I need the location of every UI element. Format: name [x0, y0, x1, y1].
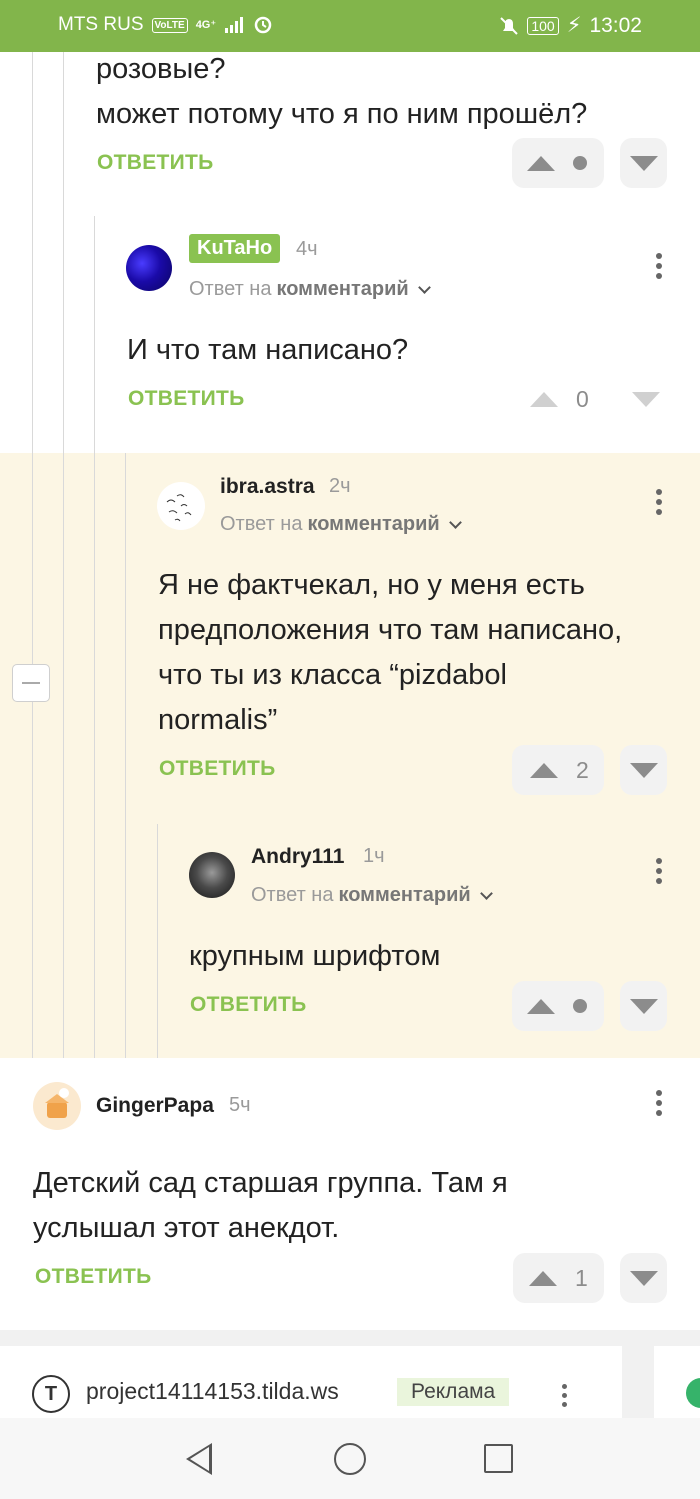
- reply-button[interactable]: ОТВЕТИТЬ: [35, 1265, 152, 1289]
- comment-time: 2ч: [329, 475, 351, 497]
- collapse-thread-icon[interactable]: [12, 664, 50, 702]
- vote-count: 2: [576, 756, 589, 783]
- upvote-icon[interactable]: [529, 1270, 557, 1286]
- chevron-down-icon: [479, 886, 493, 900]
- reply-to-prefix: Ответ на: [220, 513, 303, 535]
- volte-icon: VoLTE: [151, 17, 188, 33]
- status-right: 100 ⚡ 13:02: [499, 13, 642, 38]
- thread-line: [32, 52, 33, 1058]
- author-name[interactable]: GingerPapa: [96, 1094, 214, 1118]
- ad-gap: [622, 1346, 654, 1418]
- ad-site-link[interactable]: project14114153.tilda.ws: [86, 1378, 339, 1405]
- downvote-icon: [629, 762, 658, 778]
- downvote-button[interactable]: [620, 138, 667, 188]
- vote-box: [512, 138, 604, 188]
- comment-text-line: normalis”: [158, 704, 278, 736]
- upvote-icon[interactable]: [530, 762, 558, 778]
- downvote-icon: [629, 998, 658, 1014]
- avatar[interactable]: [126, 245, 172, 291]
- nav-back-icon[interactable]: [186, 1443, 212, 1475]
- author-name[interactable]: ibra.astra: [220, 475, 315, 499]
- ad-logo-icon[interactable]: T: [32, 1375, 70, 1413]
- comment-time: 4ч: [296, 238, 318, 260]
- comment-text-line: что ты из класса “pizdabol: [158, 659, 507, 691]
- comment-text-line: может потому что я по ним прошёл?: [96, 98, 588, 130]
- comment-text-line: предположения что там написано,: [158, 614, 623, 646]
- status-left: MTS RUS VoLTE 4G⁺: [58, 14, 272, 36]
- comment-text-line: Я не фактчекал, но у меня есть: [158, 569, 585, 601]
- more-vertical-icon[interactable]: [655, 253, 663, 279]
- upvote-icon[interactable]: [527, 155, 555, 171]
- ad-label: Реклама: [397, 1378, 510, 1406]
- rating-hidden-dot: [573, 156, 587, 170]
- author-name[interactable]: Andry111: [251, 845, 344, 869]
- battery-icon: 100: [527, 16, 559, 35]
- downvote-button[interactable]: [626, 374, 666, 424]
- downvote-button[interactable]: [620, 745, 667, 795]
- comment-time: 1ч: [363, 845, 385, 867]
- thread-line: [157, 824, 158, 1058]
- rating-hidden-dot: [573, 999, 587, 1013]
- ad-separator: [0, 1330, 700, 1346]
- comment-text-line: розовые?: [96, 53, 226, 85]
- signal-icon: [225, 17, 244, 33]
- upvote-icon[interactable]: [527, 998, 555, 1014]
- chevron-down-icon: [448, 515, 462, 529]
- reply-to-target: комментарий: [276, 278, 409, 300]
- comment-time: 5ч: [229, 1094, 251, 1116]
- avatar[interactable]: [33, 1082, 81, 1130]
- comment-text-line: И что там написано?: [127, 334, 409, 366]
- downvote-button[interactable]: [620, 981, 667, 1031]
- reply-button[interactable]: ОТВЕТИТЬ: [159, 757, 276, 781]
- reply-to-target: комментарий: [338, 884, 471, 906]
- reply-to-target: комментарий: [307, 513, 440, 535]
- clock: 13:02: [589, 13, 642, 37]
- charging-icon: ⚡: [566, 14, 582, 37]
- downvote-icon: [632, 391, 660, 407]
- reply-to-prefix: Ответ на: [251, 884, 334, 906]
- status-bar: MTS RUS VoLTE 4G⁺ 100 ⚡ 13:02: [0, 0, 700, 52]
- more-vertical-icon[interactable]: [560, 1384, 568, 1407]
- sync-icon: [254, 16, 272, 34]
- nav-recents-icon[interactable]: [484, 1444, 513, 1473]
- comment-text-line: Детский сад старшая группа. Там я: [33, 1167, 508, 1199]
- comment-text-line: услышал этот анекдот.: [33, 1212, 340, 1244]
- vote-count: 0: [576, 385, 589, 412]
- reply-to-link[interactable]: Ответ на комментарий: [189, 278, 431, 301]
- author-name[interactable]: KuTaHo: [189, 234, 281, 263]
- upvote-icon[interactable]: [530, 391, 558, 407]
- next-ad-icon[interactable]: [686, 1378, 700, 1408]
- nav-home-icon[interactable]: [334, 1443, 366, 1475]
- network-type: 4G⁺: [195, 19, 217, 31]
- reply-to-link[interactable]: Ответ на комментарий: [251, 884, 493, 907]
- vote-box: 0: [530, 374, 600, 424]
- avatar[interactable]: [189, 852, 235, 898]
- reply-button[interactable]: ОТВЕТИТЬ: [97, 151, 214, 175]
- vote-box: 2: [512, 745, 604, 795]
- thread-line: [94, 216, 95, 1058]
- downvote-icon: [629, 1270, 658, 1286]
- reply-to-prefix: Ответ на: [189, 278, 272, 300]
- vote-box: [512, 981, 604, 1031]
- thread-line: [63, 52, 64, 1058]
- vote-box: 1: [513, 1253, 604, 1303]
- reply-button[interactable]: ОТВЕТИТЬ: [128, 387, 245, 411]
- reply-button[interactable]: ОТВЕТИТЬ: [190, 993, 307, 1017]
- downvote-button[interactable]: [620, 1253, 667, 1303]
- avatar-scribble: [166, 494, 192, 522]
- carrier-name: MTS RUS: [58, 14, 144, 35]
- downvote-icon: [629, 155, 658, 171]
- more-vertical-icon[interactable]: [655, 1090, 663, 1116]
- vote-count: 1: [575, 1264, 588, 1291]
- chevron-down-icon: [417, 280, 431, 294]
- mute-bell-icon: [500, 16, 519, 35]
- avatar-gingerbread: [45, 1088, 69, 1118]
- more-vertical-icon[interactable]: [655, 858, 663, 884]
- reply-to-link[interactable]: Ответ на комментарий: [220, 513, 462, 536]
- comment-text-line: крупным шрифтом: [189, 940, 441, 972]
- more-vertical-icon[interactable]: [655, 489, 663, 515]
- avatar[interactable]: [157, 482, 205, 530]
- thread-line: [125, 453, 126, 1058]
